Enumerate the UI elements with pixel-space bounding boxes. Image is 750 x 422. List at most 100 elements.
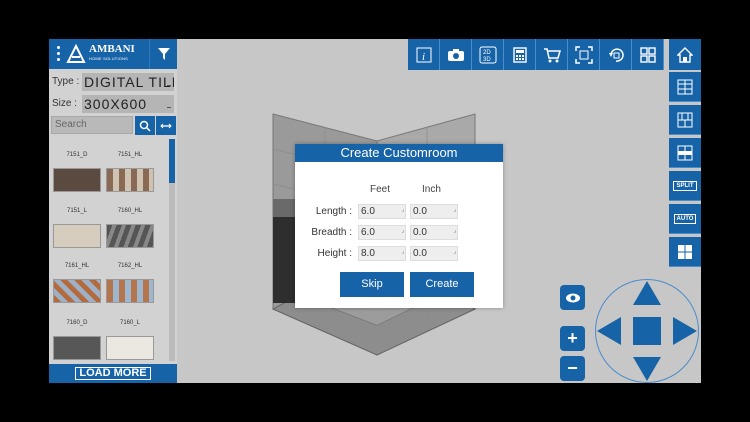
visibility-button[interactable]: [560, 285, 585, 310]
tile-thumbnail[interactable]: [106, 279, 154, 303]
search-icon: [139, 120, 151, 132]
svg-text:i: i: [422, 51, 425, 63]
type-row: Type : DIGITAL TILE: [49, 72, 177, 92]
wall-pattern-button-2[interactable]: [669, 105, 701, 135]
length-feet-input[interactable]: 6.0: [358, 204, 406, 219]
zoom-out-button[interactable]: −: [560, 356, 585, 381]
auto-button[interactable]: AUTO: [669, 204, 701, 234]
eye-icon: [565, 293, 580, 302]
info-button[interactable]: i: [408, 39, 440, 70]
direction-pad: [595, 279, 699, 383]
arrow-down-button[interactable]: [633, 357, 661, 381]
tile-thumbnail[interactable]: [106, 336, 154, 360]
load-more-button[interactable]: LOAD MORE: [49, 364, 177, 383]
swap-icon: [160, 123, 172, 128]
auto-label: AUTO: [673, 213, 697, 224]
breadth-feet-input[interactable]: 6.0: [358, 225, 406, 240]
view-2d3d-button[interactable]: 2D 3D: [472, 39, 504, 70]
tile-thumbnail[interactable]: [106, 168, 154, 192]
arrow-right-button[interactable]: [673, 317, 697, 345]
app-window: AMBANI HOME SOLUTIONS Type : DIGITAL TILE…: [49, 39, 701, 383]
tile-label: 7160_D: [66, 320, 88, 326]
tile-label: 7151_HL: [117, 152, 143, 158]
svg-text:3D: 3D: [483, 57, 491, 63]
dark-wall-section: [273, 217, 295, 303]
tile-label: 7162_HL: [117, 263, 143, 269]
tile-label: 7151_D: [66, 152, 88, 158]
cart-icon: [543, 47, 561, 62]
info-icon: i: [416, 47, 431, 63]
brand-tagline: HOME SOLUTIONS: [89, 56, 129, 61]
tile-grid-button[interactable]: [669, 237, 701, 267]
tile-thumbnail[interactable]: [53, 336, 101, 360]
rotate-icon: [608, 47, 624, 62]
length-label: Length :: [315, 206, 352, 217]
tile-label: 7160_HL: [117, 208, 143, 214]
type-label: Type :: [52, 76, 80, 87]
tile-thumbnail[interactable]: [106, 224, 154, 248]
panel-header: AMBANI HOME SOLUTIONS: [49, 39, 177, 69]
camera-button[interactable]: [440, 39, 472, 70]
grid-icon: [639, 46, 656, 63]
border-strip: [273, 199, 295, 217]
tile-label: 7160_L: [119, 320, 141, 326]
layout-button[interactable]: [632, 39, 664, 70]
search-input[interactable]: Search: [51, 116, 133, 134]
wall-pattern-icon: [677, 79, 693, 94]
camera-icon: [447, 48, 464, 61]
wall-pattern-button-1[interactable]: [669, 72, 701, 102]
breadth-label: Breadth :: [311, 227, 352, 238]
filter-icon: [158, 48, 170, 60]
filter-button[interactable]: [149, 39, 178, 69]
highlight-pattern-icon: [677, 145, 693, 160]
load-more-label: LOAD MORE: [75, 367, 151, 380]
home-button[interactable]: [669, 39, 701, 70]
search-button[interactable]: [135, 116, 155, 135]
breadth-inch-input[interactable]: 0.0: [410, 225, 458, 240]
length-inch-input[interactable]: 0.0: [410, 204, 458, 219]
size-select[interactable]: 300X600: [82, 95, 174, 113]
brand-logo: AMBANI HOME SOLUTIONS: [66, 43, 146, 65]
brick-pattern-icon: [677, 112, 693, 127]
height-label: Height :: [317, 248, 352, 259]
center-button[interactable]: [633, 317, 661, 345]
swap-button[interactable]: [156, 116, 176, 135]
zoom-in-button[interactable]: +: [560, 326, 585, 351]
rotate-button[interactable]: [600, 39, 632, 70]
tile-label: 7161_HL: [64, 263, 90, 269]
scrollbar[interactable]: [169, 139, 175, 361]
arrow-left-button[interactable]: [597, 317, 621, 345]
tile-thumbnail[interactable]: [53, 224, 101, 248]
size-row: Size : 300X600: [49, 94, 177, 114]
feet-header: Feet: [370, 184, 391, 195]
logo-mark-icon: [66, 44, 86, 63]
size-label: Size :: [52, 98, 78, 109]
create-button[interactable]: Create: [410, 272, 474, 297]
dialog-title: Create Customroom: [295, 144, 503, 162]
home-icon: [677, 46, 693, 63]
tile-panel: AMBANI HOME SOLUTIONS Type : DIGITAL TILE…: [49, 39, 177, 383]
type-select[interactable]: DIGITAL TILE: [82, 73, 174, 91]
height-feet-input[interactable]: 8.0: [358, 246, 406, 261]
skip-button[interactable]: Skip: [340, 272, 404, 297]
arrow-up-button[interactable]: [633, 281, 661, 305]
split-label: SPLIT: [673, 180, 697, 191]
wall-pattern-button-3[interactable]: [669, 138, 701, 168]
height-inch-input[interactable]: 0.0: [410, 246, 458, 261]
calculator-button[interactable]: [504, 39, 536, 70]
expand-button[interactable]: [568, 39, 600, 70]
expand-icon: [574, 45, 593, 64]
tile-thumbnail[interactable]: [53, 279, 101, 303]
view-2d3d-icon: 2D3D: [479, 46, 496, 63]
calculator-icon: [512, 46, 527, 63]
tile-grid-icon: [678, 244, 692, 259]
scrollbar-thumb[interactable]: [169, 139, 175, 183]
tile-thumbnail[interactable]: [53, 168, 101, 192]
split-button[interactable]: SPLIT: [669, 171, 701, 201]
create-customroom-dialog: Create Customroom Feet Inch Length : 6.0…: [295, 144, 503, 308]
svg-text:2D: 2D: [483, 50, 491, 56]
menu-icon[interactable]: [53, 44, 63, 64]
tile-label: 7151_L: [66, 208, 88, 214]
cart-button[interactable]: [536, 39, 568, 70]
inch-header: Inch: [422, 184, 441, 195]
